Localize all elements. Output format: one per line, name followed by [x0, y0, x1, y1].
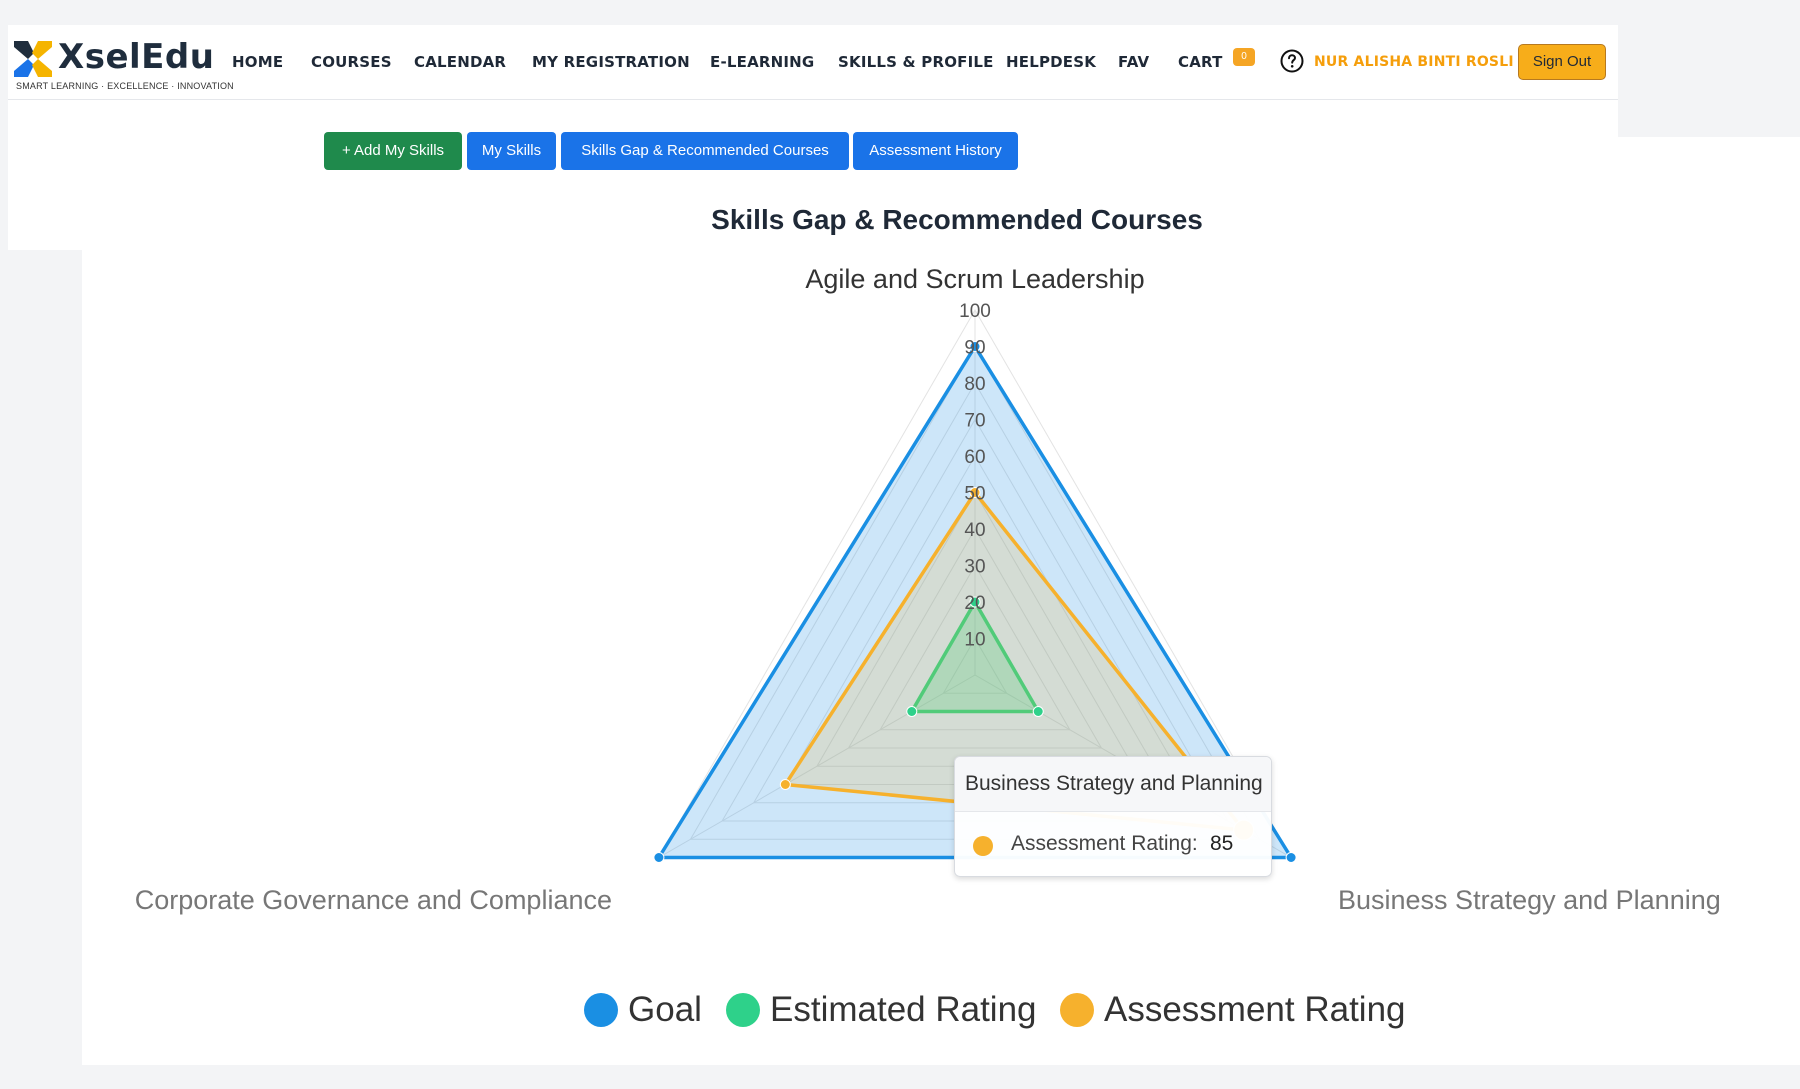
- legend-dot-goal: [584, 993, 618, 1027]
- tick-label: 60: [964, 447, 985, 468]
- tooltip-value: 85: [1210, 832, 1234, 855]
- data-point: [1285, 852, 1297, 863]
- axis-label: Agile and Scrum Leadership: [805, 264, 1144, 294]
- legend-label-goal: Goal: [628, 990, 702, 1029]
- axis-label: Corporate Governance and Compliance: [135, 885, 612, 915]
- chart-tooltip: Business Strategy and Planning Assessmen…: [954, 756, 1272, 877]
- tick-label: 80: [964, 374, 985, 395]
- tooltip-series-dot: [973, 836, 993, 856]
- tooltip-series-label: Assessment Rating:: [1011, 832, 1198, 855]
- legend-label-estimated: Estimated Rating: [770, 990, 1037, 1029]
- legend-dot-estimated: [726, 993, 760, 1027]
- tooltip-title: Business Strategy and Planning: [955, 757, 1271, 812]
- tick-label: 100: [959, 301, 991, 322]
- tick-label: 90: [964, 338, 985, 359]
- tooltip-row: Assessment Rating: 85: [955, 812, 1271, 878]
- data-point: [906, 706, 918, 717]
- radar-chart: 10 20 30 40 50 60 70 80 90 100 Agile and Scrum Lea…: [135, 264, 1721, 915]
- data-point: [779, 779, 791, 790]
- legend-label-assessment: Assessment Rating: [1104, 990, 1406, 1029]
- data-point: [653, 852, 665, 863]
- data-point: [1032, 706, 1044, 717]
- tick-label: 50: [964, 484, 985, 505]
- tick-label: 20: [964, 593, 985, 614]
- legend-dot-assessment: [1060, 993, 1094, 1027]
- tick-label: 10: [964, 630, 985, 651]
- tick-label: 30: [964, 557, 985, 578]
- chart-legend: Goal Estimated Rating Assessment Rating: [0, 990, 1800, 1030]
- axis-label: Business Strategy and Planning: [1338, 885, 1721, 915]
- tick-label: 40: [964, 520, 985, 541]
- tick-label: 70: [964, 411, 985, 432]
